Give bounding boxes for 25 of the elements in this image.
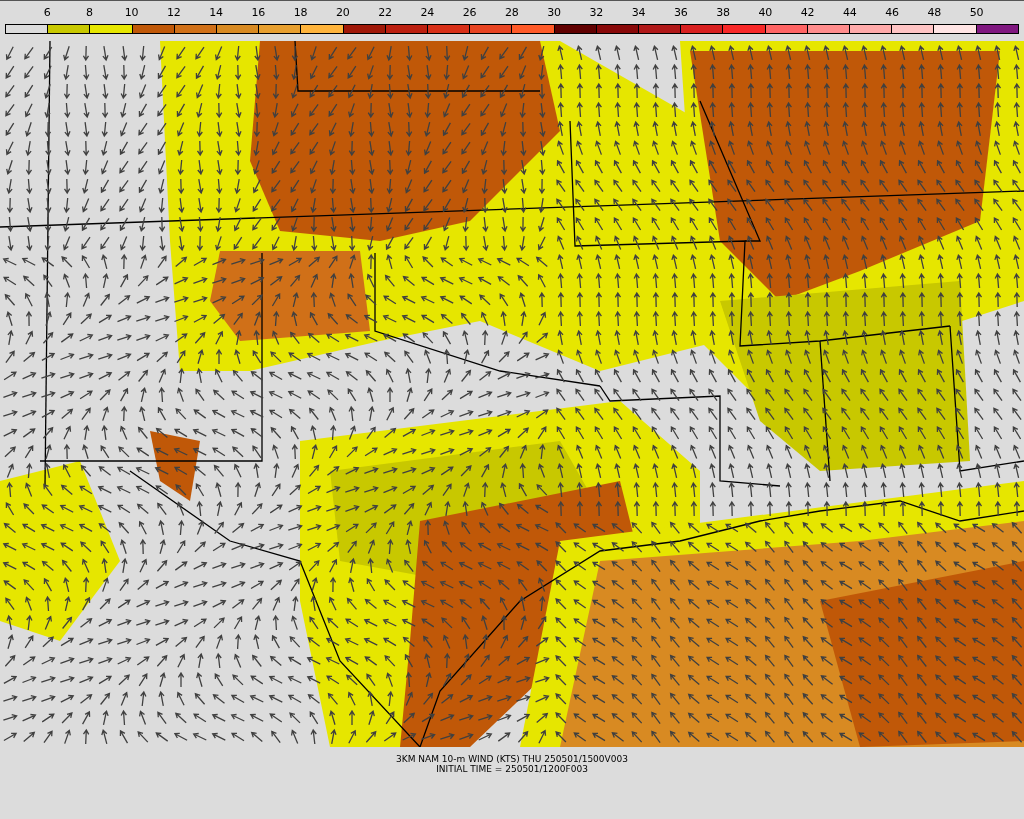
legend-tick-label: 34 [630, 5, 647, 21]
legend-tick-label: 42 [799, 5, 816, 21]
legend-tick-label: 26 [461, 5, 478, 21]
legend-tick-label: 44 [841, 5, 858, 21]
legend-tick-label: 24 [419, 5, 436, 21]
legend-tick-label: 30 [546, 5, 563, 21]
legend-tick-label: 10 [123, 5, 140, 21]
legend-tick-label: 40 [757, 5, 774, 21]
legend-tick-label: 20 [334, 5, 351, 21]
legend-tick-label: 32 [588, 5, 605, 21]
legend-tick-label: 14 [208, 5, 225, 21]
legend-tick-label: 36 [672, 5, 689, 21]
legend-tick-label: 8 [84, 5, 94, 21]
legend-tick-label: 6 [42, 5, 52, 21]
legend-tick-label: 22 [377, 5, 394, 21]
legend-tick-label: 48 [926, 5, 943, 21]
legend-tick-label: 38 [715, 5, 732, 21]
map-title: 3KM NAM 10-m WIND (KTS) THU 250501/1500V003 [396, 754, 628, 764]
legend-tick-label: 12 [165, 5, 182, 21]
legend-tick-label: 46 [884, 5, 901, 21]
legend-tick-label: 16 [250, 5, 267, 21]
legend-tick-label: 50 [968, 5, 985, 21]
legend-tick-label: 28 [503, 5, 520, 21]
initial-time-label: INITIAL TIME = 250501/1200F003 [436, 764, 588, 774]
legend-tick-label: 18 [292, 5, 309, 21]
